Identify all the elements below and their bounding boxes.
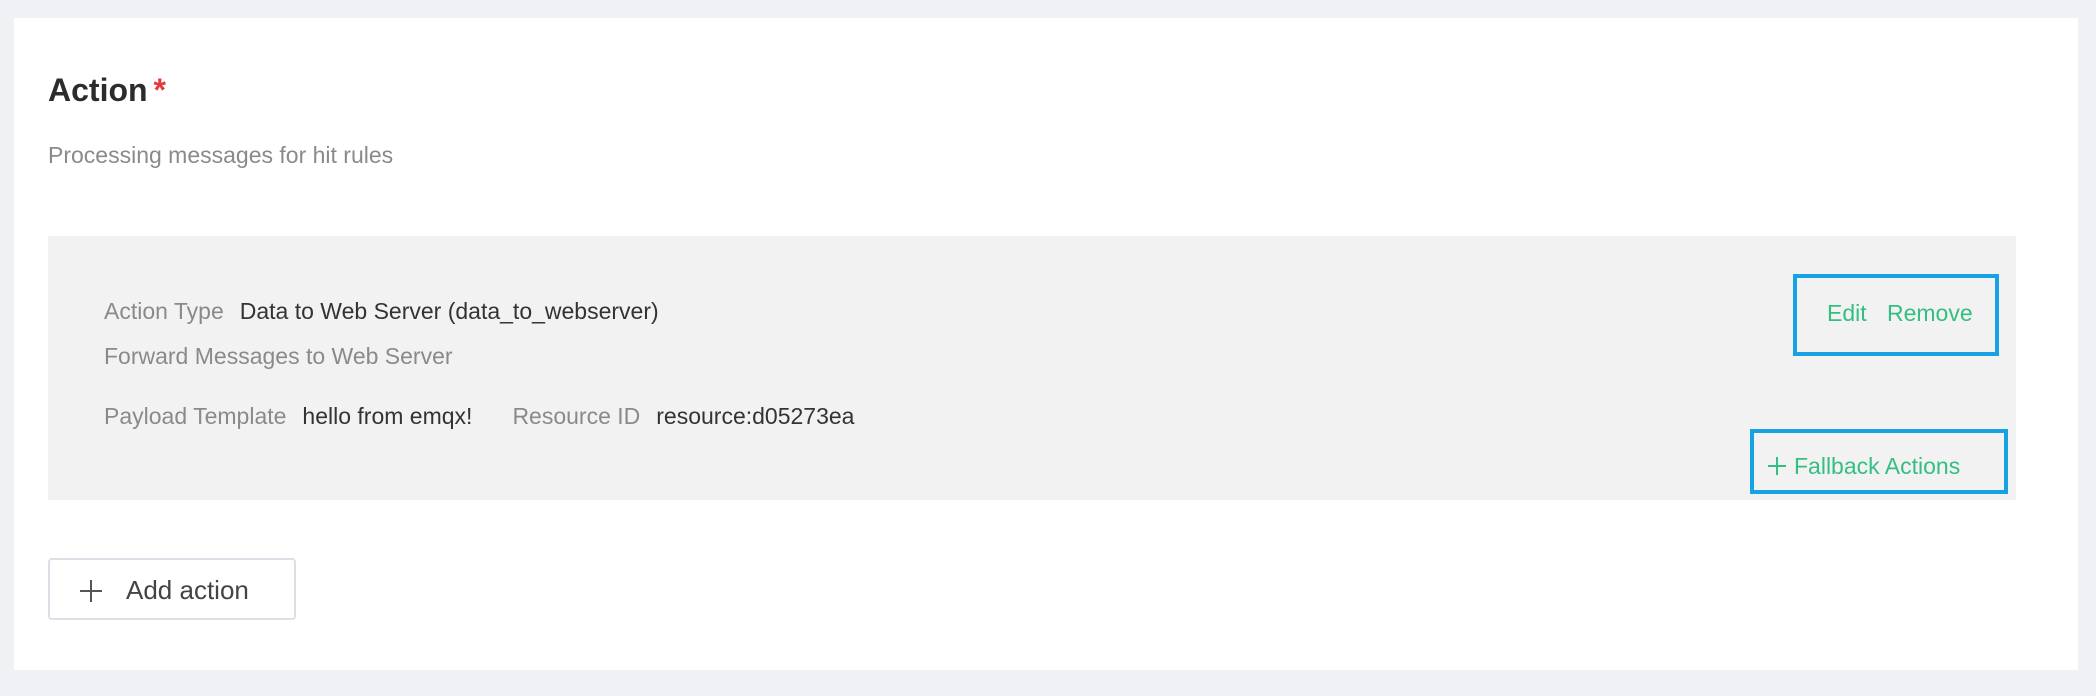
fallback-actions-button[interactable]: Fallback Actions — [1768, 451, 1960, 481]
resource-id-value: resource:d05273ea — [656, 403, 855, 429]
edit-button[interactable]: Edit — [1827, 298, 1867, 328]
add-action-label: Add action — [126, 575, 249, 605]
payload-template-value: hello from emqx! — [302, 403, 473, 429]
add-action-button[interactable]: Add action — [48, 558, 296, 620]
action-params-row: Payload Template hello from emqx! Resource… — [104, 401, 854, 431]
section-title-text: Action — [48, 72, 148, 108]
action-description: Forward Messages to Web Server — [104, 343, 453, 369]
payload-template-label: Payload Template — [104, 403, 287, 429]
section-subtitle: Processing messages for hit rules — [48, 142, 394, 168]
fallback-actions-label: Fallback Actions — [1794, 453, 1961, 479]
plus-icon — [80, 580, 102, 602]
resource-id-label: Resource ID — [512, 403, 641, 429]
action-type-label: Action Type — [104, 298, 224, 324]
remove-button[interactable]: Remove — [1887, 298, 1973, 328]
plus-icon — [1768, 457, 1786, 475]
section-title: Action * — [48, 70, 166, 110]
action-type-value: Data to Web Server (data_to_webserver) — [239, 298, 659, 324]
action-type-row: Action Type Data to Web Server (data_to_w… — [104, 296, 659, 326]
required-mark: * — [153, 72, 166, 108]
